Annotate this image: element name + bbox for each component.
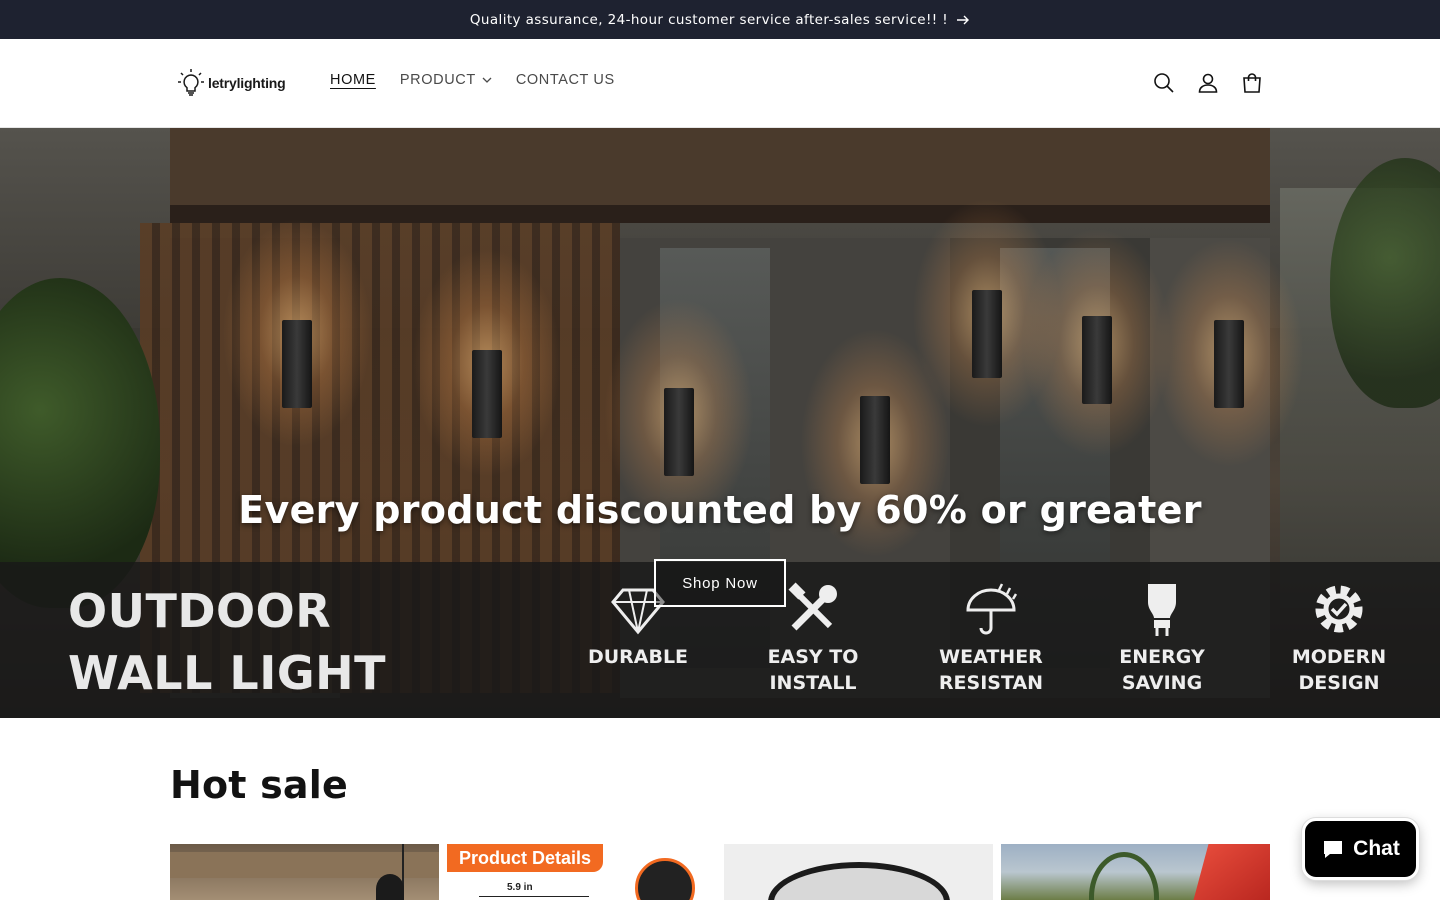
nav-contact-label: CONTACT US	[515, 72, 615, 88]
feature-modern: MODERN DESIGN	[1269, 580, 1409, 696]
tent-image	[1193, 844, 1270, 900]
hero-headline: Every product discounted by 60% or great…	[238, 488, 1202, 532]
cart-button[interactable]	[1230, 61, 1274, 105]
shop-now-button[interactable]: Shop Now	[654, 559, 786, 607]
product-card[interactable]	[1001, 844, 1270, 900]
chat-bubble-icon	[1324, 841, 1343, 858]
banner-title: OUTDOOR WALL LIGHT	[68, 580, 386, 704]
wall-lamp	[860, 396, 890, 484]
nav-home[interactable]: HOME	[318, 72, 388, 88]
hot-sale-title: Hot sale	[170, 763, 348, 807]
feature-label: RESISTAN	[938, 672, 1044, 694]
chevron-down-icon	[482, 77, 492, 83]
arrow-right-icon	[957, 15, 970, 24]
shop-now-label: Shop Now	[682, 574, 758, 592]
nav-contact-us[interactable]: CONTACT US	[504, 72, 627, 88]
wall-lamp	[282, 320, 312, 408]
account-icon	[1198, 73, 1218, 93]
gear-icon	[1315, 585, 1363, 633]
search-icon	[1154, 73, 1174, 93]
logo[interactable]: letrylighting	[176, 67, 286, 99]
chat-button[interactable]: Chat	[1302, 818, 1419, 880]
wall-lamp	[1082, 316, 1112, 404]
wall-lamp	[472, 350, 502, 438]
logo-text: letrylighting	[208, 75, 286, 91]
site-header: letrylighting HOME PRODUCT CONTACT US	[0, 39, 1440, 128]
feature-energy: ENERGY SAVING	[1092, 580, 1232, 696]
nav-product-label: PRODUCT	[399, 72, 476, 88]
feature-label: ENERGY	[1119, 646, 1205, 668]
feature-label: EASY TO	[767, 646, 859, 668]
banner-title-line2: WALL LIGHT	[68, 646, 386, 700]
wall-lamp	[664, 388, 694, 476]
detail-zoom-circle	[635, 858, 695, 900]
product-card[interactable]	[724, 844, 993, 900]
card-image-beam	[170, 852, 439, 878]
feature-label: DESIGN	[1298, 672, 1380, 694]
feature-label: SAVING	[1121, 672, 1203, 694]
nav-home-label: HOME	[330, 72, 376, 88]
ceiling-fan-image	[768, 862, 950, 900]
banner-title-line1: OUTDOOR	[68, 584, 332, 638]
main-nav: HOME PRODUCT CONTACT US	[318, 72, 627, 88]
search-button[interactable]	[1142, 61, 1186, 105]
umbrella-icon	[966, 583, 1018, 635]
announcement-text: Quality assurance, 24-hour customer serv…	[469, 11, 949, 28]
announcement-bar[interactable]: Quality assurance, 24-hour customer serv…	[0, 0, 1440, 39]
feature-weather: WEATHER RESISTAN	[921, 580, 1061, 696]
lightbulb-logo-icon	[178, 69, 204, 96]
account-button[interactable]	[1186, 61, 1230, 105]
wall-lamp	[972, 290, 1002, 378]
wall-lamp	[1214, 320, 1244, 408]
chat-label: Chat	[1353, 837, 1400, 860]
hero-banner: OUTDOOR WALL LIGHT DURABLE EASY TO INSTA…	[0, 128, 1440, 718]
tools-icon	[788, 582, 837, 631]
dimension-line	[479, 896, 589, 897]
bulb-icon	[1148, 584, 1176, 636]
cart-icon	[1243, 73, 1261, 93]
product-card[interactable]	[170, 844, 439, 900]
product-details-badge: Product Details	[447, 844, 604, 872]
pendant-lamp-image	[376, 874, 404, 900]
feature-label: MODERN	[1291, 646, 1387, 668]
garden-arch-image	[1089, 852, 1159, 900]
hero-roof	[170, 128, 1270, 223]
feature-label: DURABLE	[587, 646, 689, 668]
header-actions	[1142, 61, 1274, 105]
feature-label: WEATHER	[939, 646, 1043, 668]
dimension-label: 5.9 in	[507, 882, 533, 893]
feature-label: INSTALL	[769, 672, 857, 694]
nav-product[interactable]: PRODUCT	[388, 72, 504, 88]
product-card[interactable]: Product Details 5.9 in	[447, 844, 716, 900]
